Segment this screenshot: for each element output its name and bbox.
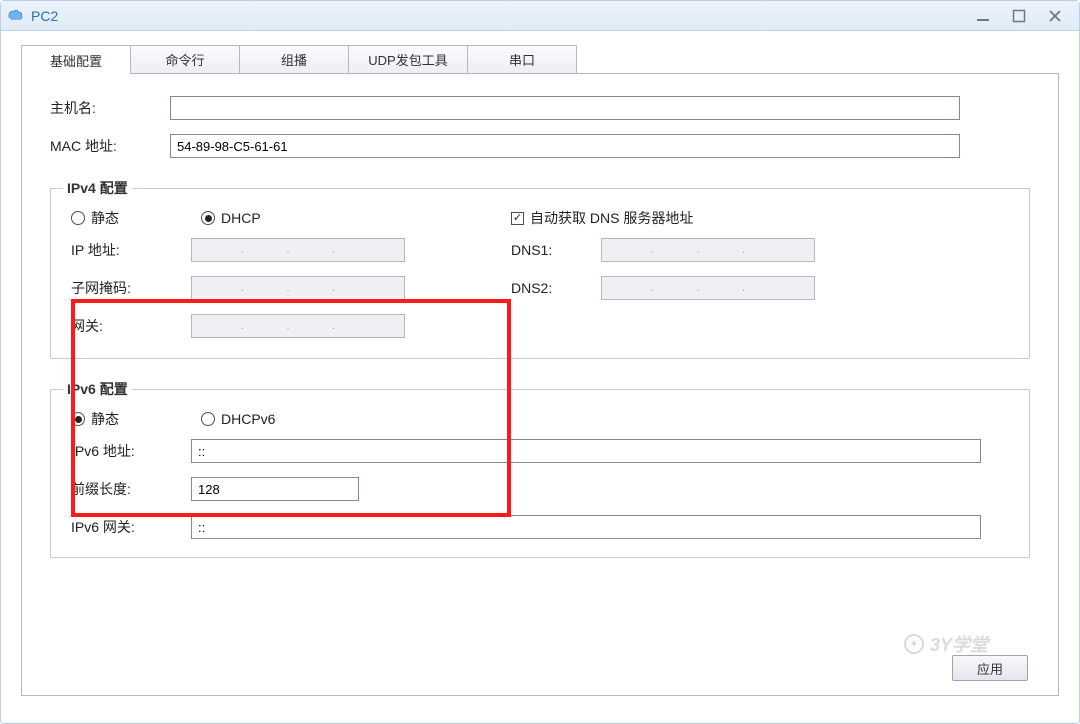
auto-dns-label: 自动获取 DNS 服务器地址 [530, 208, 693, 228]
dns1-input[interactable]: . . . [601, 238, 815, 262]
ipv6-dhcp-label: DHCPv6 [221, 411, 275, 427]
titlebar: PC2 [1, 1, 1079, 31]
tab-serial[interactable]: 串口 [467, 45, 577, 73]
ipv6-dhcp-radio[interactable] [201, 412, 215, 426]
ipv4-legend: IPv4 配置 [63, 178, 132, 198]
subnet-mask-label: 子网掩码: [71, 278, 191, 298]
ip-address-label: IP 地址: [71, 240, 191, 260]
auto-dns-checkbox[interactable] [511, 212, 524, 225]
wechat-icon: ✦ [904, 634, 924, 654]
ipv6-gateway-label: IPv6 网关: [71, 517, 191, 537]
watermark-text: 3Y学堂 [930, 631, 988, 657]
dns2-label: DNS2: [511, 280, 601, 296]
gateway-input[interactable]: . . . [191, 314, 405, 338]
ipv4-fieldset: IPv4 配置 静态 DHCP 自动获取 DNS 服务器地址 [50, 178, 1030, 359]
mac-label: MAC 地址: [50, 136, 170, 156]
tab-bar: 基础配置 命令行 组播 UDP发包工具 串口 [21, 45, 1059, 74]
ipv6-prefix-label: 前缀长度: [71, 479, 191, 499]
ipv4-dhcp-label: DHCP [221, 210, 261, 226]
ipv6-static-radio[interactable] [71, 412, 85, 426]
tab-mcast[interactable]: 组播 [239, 45, 349, 73]
ipv4-static-radio[interactable] [71, 211, 85, 225]
hostname-input[interactable] [170, 96, 960, 120]
ipv6-address-label: IPv6 地址: [71, 441, 191, 461]
gateway-label: 网关: [71, 316, 191, 336]
dns2-input[interactable]: . . . [601, 276, 815, 300]
ipv6-legend: IPv6 配置 [63, 379, 132, 399]
ipv6-fieldset: IPv6 配置 静态 DHCPv6 IPv6 地址: 前 [50, 379, 1030, 558]
ipv6-address-input[interactable] [191, 439, 981, 463]
ipv6-static-label: 静态 [91, 409, 119, 429]
mac-input[interactable] [170, 134, 960, 158]
ipv6-gateway-input[interactable] [191, 515, 981, 539]
app-window: PC2 基础配置 命令行 组播 UDP发包工具 串口 主机名: [0, 0, 1080, 724]
watermark: ✦ 3Y学堂 [904, 631, 988, 657]
subnet-mask-input[interactable]: . . . [191, 276, 405, 300]
tab-cli[interactable]: 命令行 [130, 45, 240, 73]
close-button[interactable] [1037, 2, 1073, 30]
tab-panel-basic: 主机名: MAC 地址: IPv4 配置 静态 DHCP [21, 74, 1059, 696]
dns1-label: DNS1: [511, 242, 601, 258]
window-controls [965, 2, 1073, 30]
ipv6-prefix-input[interactable] [191, 477, 359, 501]
ipv4-static-label: 静态 [91, 208, 119, 228]
window-title: PC2 [31, 8, 965, 24]
app-icon [7, 7, 25, 25]
content-area: 基础配置 命令行 组播 UDP发包工具 串口 主机名: MAC 地址: IPv4… [1, 31, 1079, 724]
tab-basic[interactable]: 基础配置 [21, 45, 131, 74]
hostname-label: 主机名: [50, 98, 170, 118]
apply-button[interactable]: 应用 [952, 655, 1028, 681]
minimize-button[interactable] [965, 2, 1001, 30]
ipv4-dhcp-radio[interactable] [201, 211, 215, 225]
maximize-button[interactable] [1001, 2, 1037, 30]
ip-address-input[interactable]: . . . [191, 238, 405, 262]
tab-udp[interactable]: UDP发包工具 [348, 45, 468, 73]
